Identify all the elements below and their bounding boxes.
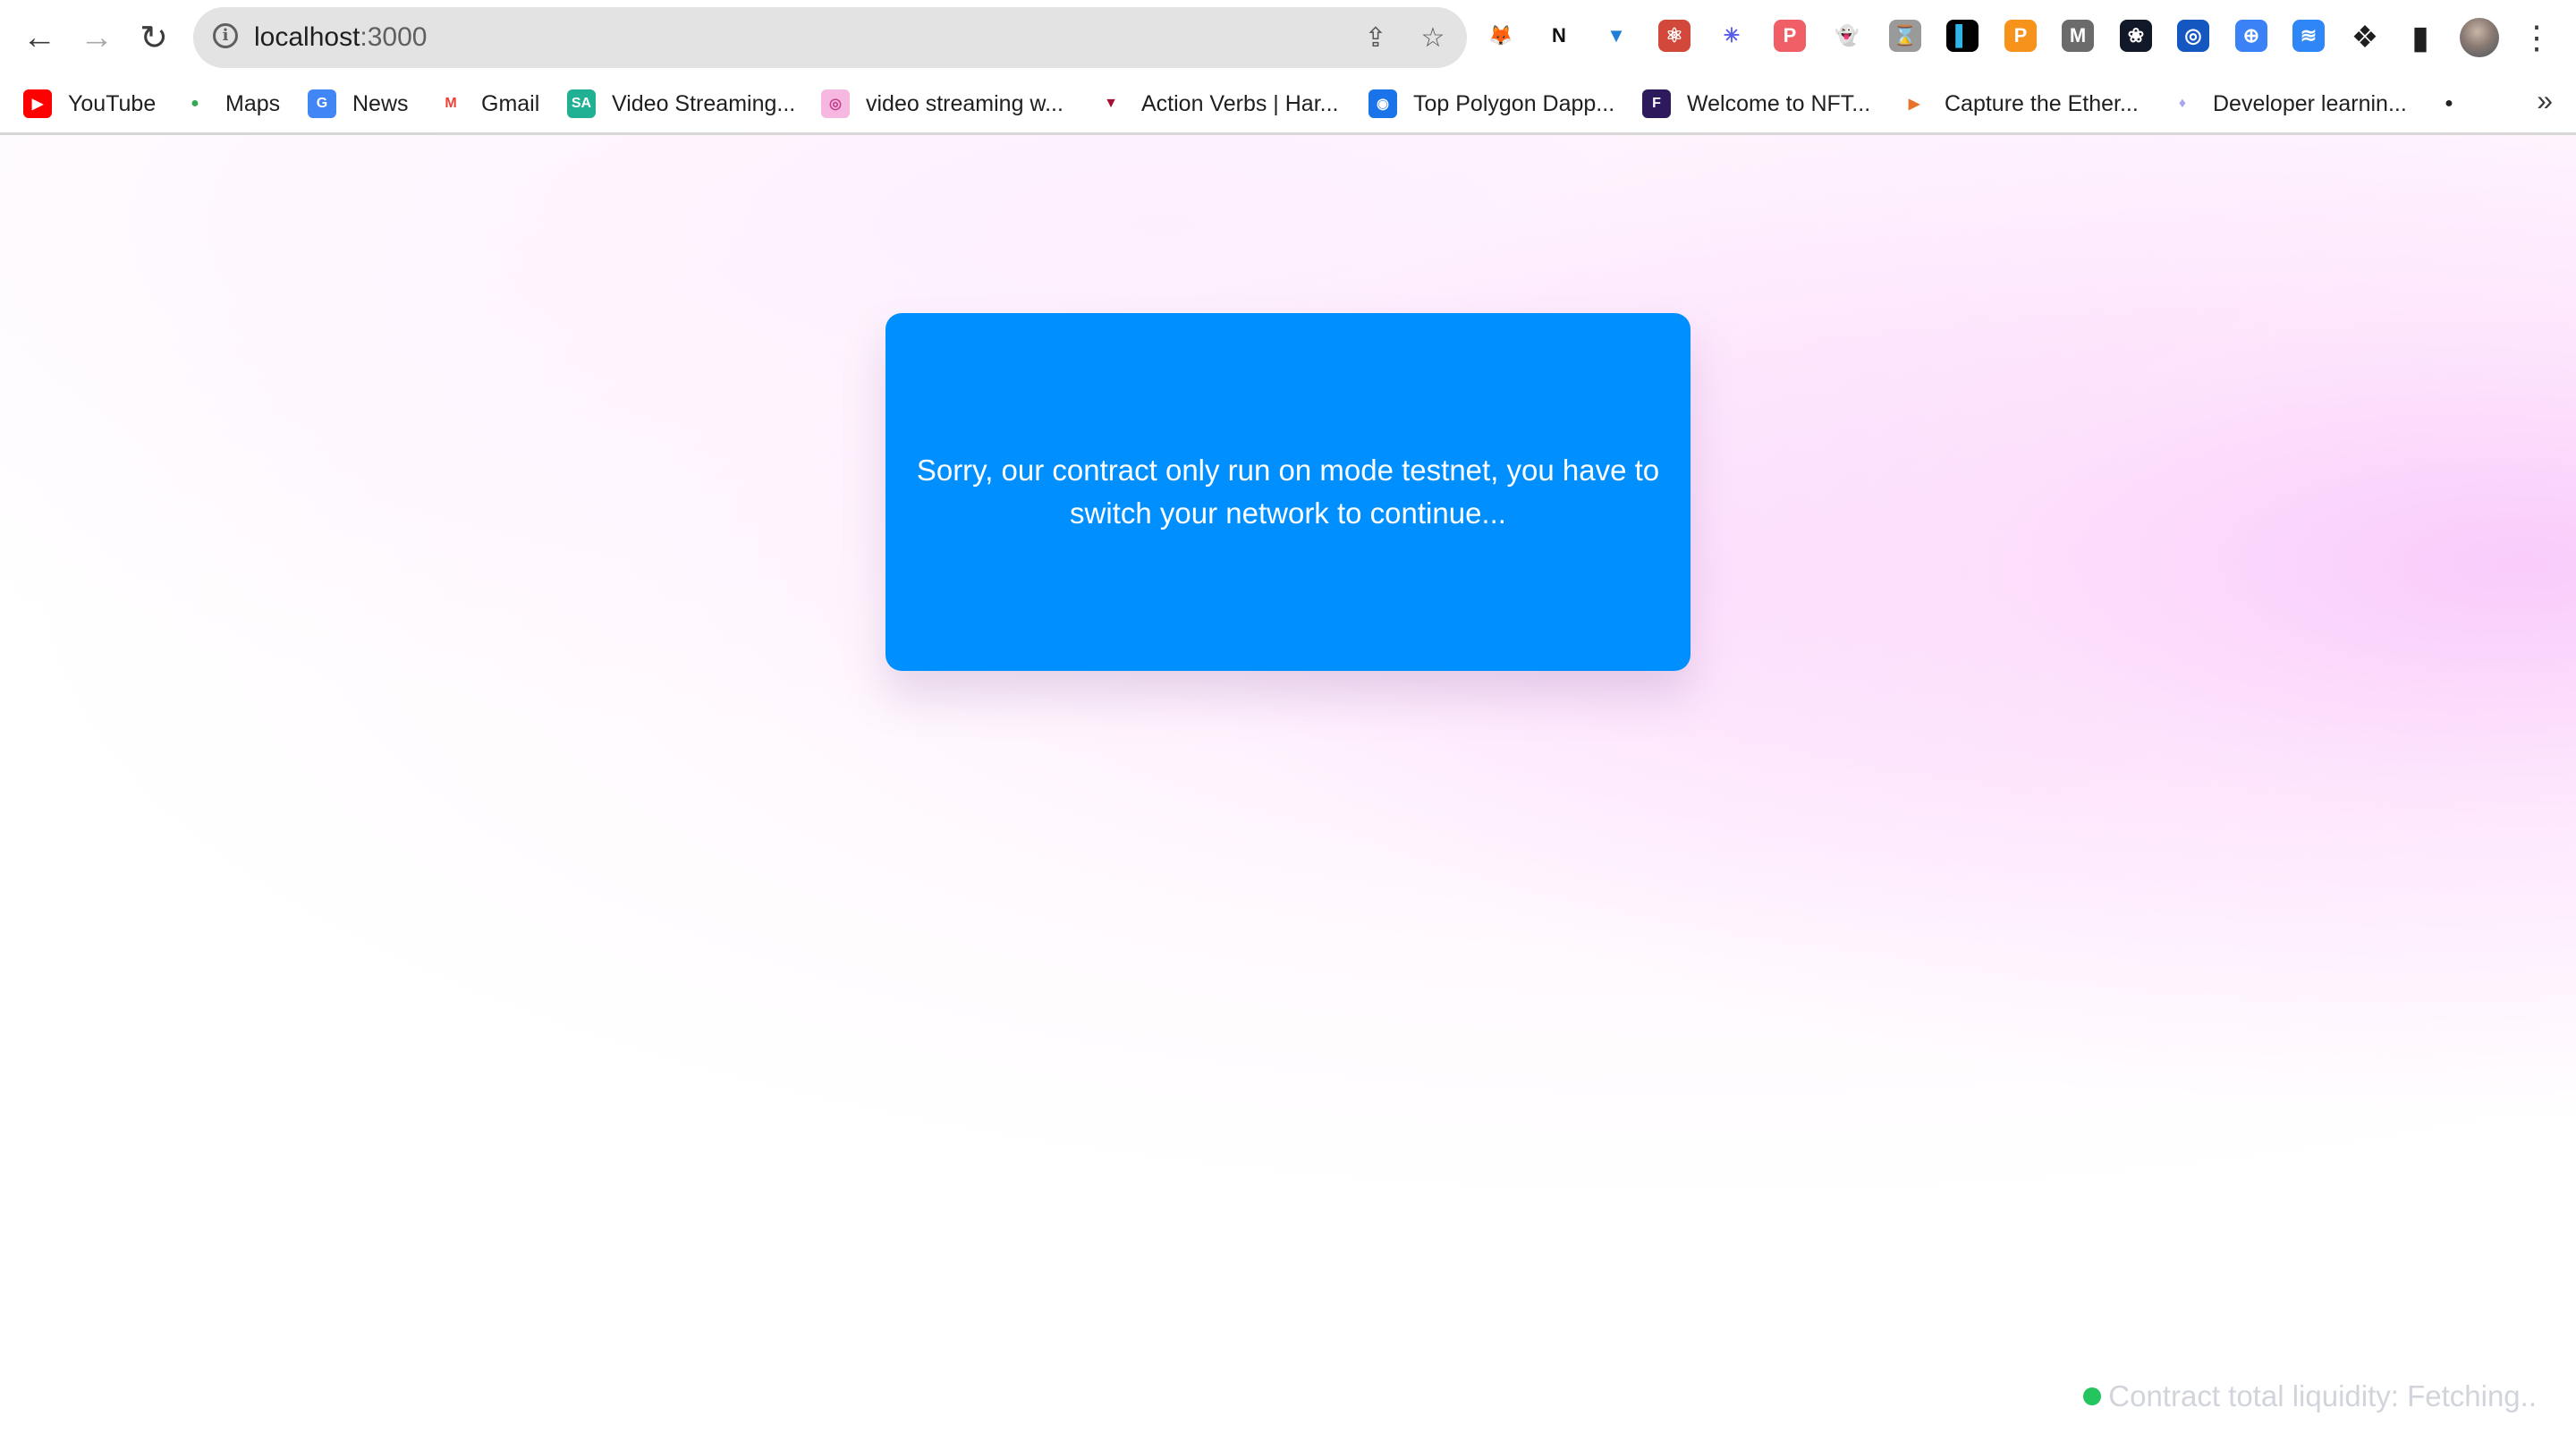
bookmark-label: Top Polygon Dapp... xyxy=(1413,90,1615,116)
address-bar[interactable]: i localhost:3000 ⇪ ☆ xyxy=(193,7,1467,68)
page-content: Sorry, our contract only run on mode tes… xyxy=(0,135,2576,1442)
bookmark-welcome-to-nft[interactable]: F Welcome to NFT... xyxy=(1642,86,1870,122)
url-text[interactable]: localhost:3000 xyxy=(254,20,427,55)
maps-icon: ● xyxy=(181,89,209,118)
bookmark-news[interactable]: G News xyxy=(308,86,409,122)
m-extension-icon[interactable]: M xyxy=(2062,20,2094,52)
bookmark-label: Capture the Ether... xyxy=(1945,90,2139,116)
news-icon: G xyxy=(308,89,336,118)
reload-button[interactable]: ↻ xyxy=(132,16,175,59)
more-bookmarks-button[interactable]: » xyxy=(2537,84,2553,117)
phantom-extension-icon[interactable]: 👻 xyxy=(1831,20,1863,52)
video-streaming-w-icon: ◎ xyxy=(821,89,850,118)
url-host: localhost xyxy=(254,22,360,52)
url-port: :3000 xyxy=(360,22,428,52)
profile-avatar[interactable] xyxy=(2458,16,2501,59)
bookmark-label: Video Streaming... xyxy=(612,90,796,116)
bookmark-top-polygon-dapps[interactable]: ◉ Top Polygon Dapp... xyxy=(1368,86,1614,122)
bookmark-youtube[interactable]: ▶ YouTube xyxy=(23,86,156,122)
network-warning-card: Sorry, our contract only run on mode tes… xyxy=(886,313,1690,671)
wave-extension-icon[interactable]: ≋ xyxy=(2292,20,2325,52)
network-warning-message: Sorry, our contract only run on mode tes… xyxy=(916,454,1660,530)
extensions-menu-button[interactable]: ❖ xyxy=(2343,16,2386,59)
action-verbs-icon: ▼ xyxy=(1097,89,1125,118)
bookmark-globe[interactable]: ● xyxy=(2435,86,2479,122)
bookmark-gmail[interactable]: M Gmail xyxy=(436,86,539,122)
bookmark-label: Gmail xyxy=(481,90,540,116)
share-icon: ⇪ xyxy=(1364,22,1387,53)
bookmark-label: video streaming w... xyxy=(866,90,1063,116)
bookmarks-bar: » ▶ YouTube ● Maps G News M Gmail SA Video Stream… xyxy=(0,75,2576,135)
react-devtools-extension-icon[interactable]: ⚛ xyxy=(1658,20,1690,52)
bookmark-label: Developer learnin... xyxy=(2213,90,2407,116)
youtube-icon: ▶ xyxy=(23,89,52,118)
bookmark-action-verbs[interactable]: ▼ Action Verbs | Har... xyxy=(1097,86,1338,122)
metamask-extension-icon[interactable]: 🦊 xyxy=(1485,20,1517,52)
compass-extension-icon[interactable]: ⊕ xyxy=(2235,20,2267,52)
puzzle-icon: ❖ xyxy=(2351,21,2379,55)
side-panel-button[interactable]: ▮ xyxy=(2399,16,2442,59)
video-streaming-icon: SA xyxy=(567,89,596,118)
bookmark-developer-learning[interactable]: ♦ Developer learnin... xyxy=(2168,86,2407,122)
developer-learning-icon: ♦ xyxy=(2168,89,2197,118)
notion-extension-icon[interactable]: N xyxy=(1543,20,1575,52)
kebab-menu-icon: ⋮ xyxy=(2521,19,2553,55)
bookmark-maps[interactable]: ● Maps xyxy=(181,86,280,122)
star-icon: ☆ xyxy=(1420,22,1445,53)
back-button[interactable]: ← xyxy=(18,16,61,59)
bookmark-video-streaming-w[interactable]: ◎ video streaming w... xyxy=(821,86,1063,122)
bookmark-star-button[interactable]: ☆ xyxy=(1415,20,1451,55)
hourglass-extension-icon[interactable]: ⌛ xyxy=(1889,20,1921,52)
forward-arrow-icon: → xyxy=(80,18,114,56)
capture-the-ether-icon: ▶ xyxy=(1900,89,1928,118)
globe-icon: ● xyxy=(2435,89,2463,118)
bookmark-label: YouTube xyxy=(68,90,157,116)
avatar-image xyxy=(2460,18,2499,57)
funnel-extension-icon[interactable]: ▼ xyxy=(1600,20,1632,52)
status-dot-icon xyxy=(2083,1387,2102,1405)
bookmark-label: Maps xyxy=(225,90,281,116)
side-panel-icon: ▮ xyxy=(2411,19,2429,55)
chatgpt-extension-icon[interactable]: ❀ xyxy=(2120,20,2152,52)
asterisk-extension-icon[interactable]: ✳ xyxy=(1716,20,1748,52)
polkadot-extension-icon[interactable]: P xyxy=(2004,20,2037,52)
gmail-icon: M xyxy=(436,89,465,118)
forward-button[interactable]: → xyxy=(75,16,118,59)
top-polygon-dapps-icon: ◉ xyxy=(1368,89,1397,118)
liquidity-status: Contract total liquidity: Fetching.. xyxy=(2083,1379,2537,1413)
share-button[interactable]: ⇪ xyxy=(1358,20,1394,55)
liquidity-status-text: Contract total liquidity: Fetching.. xyxy=(2108,1379,2537,1412)
wallet-extension-icon[interactable]: ▌ xyxy=(1946,20,1979,52)
bookmark-label: Welcome to NFT... xyxy=(1687,90,1871,116)
bookmark-label: News xyxy=(352,90,409,116)
pocket-extension-icon[interactable]: P xyxy=(1774,20,1806,52)
reload-icon: ↻ xyxy=(140,19,168,57)
bookmark-label: Action Verbs | Har... xyxy=(1141,90,1339,116)
browser-toolbar: ← → ↻ i localhost:3000 ⇪ ☆ 🦊 N ▼ ⚛ ✳ P 👻 ⌛ ▌ P M ❀ ◎… xyxy=(0,0,2576,75)
bookmark-capture-the-ether[interactable]: ▶ Capture the Ether... xyxy=(1900,86,2139,122)
radar-extension-icon[interactable]: ◎ xyxy=(2177,20,2209,52)
bookmark-video-streaming[interactable]: SA Video Streaming... xyxy=(567,86,795,122)
browser-menu-button[interactable]: ⋮ xyxy=(2515,16,2558,59)
welcome-to-nft-icon: F xyxy=(1642,89,1671,118)
back-arrow-icon: ← xyxy=(22,18,56,56)
site-info-icon[interactable]: i xyxy=(213,23,238,48)
